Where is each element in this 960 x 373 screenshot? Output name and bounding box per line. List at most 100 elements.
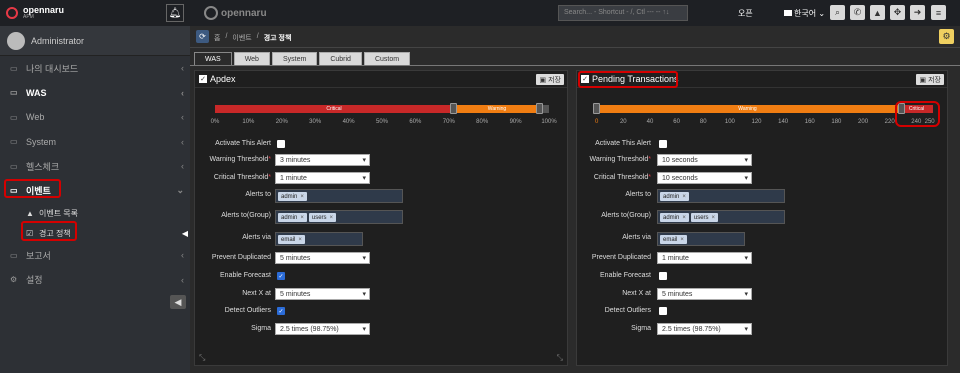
activate-checkbox[interactable] [277,140,285,148]
warning-handle[interactable] [593,103,600,114]
search-input[interactable]: Search... - Shortcut - /, Ctl --- -- ↑↓ [558,5,688,21]
warning-threshold-select[interactable]: 3 minutes [275,154,370,166]
tab-was[interactable]: WAS [194,52,232,65]
sidebar-item-settings[interactable]: ⚙ 설정 ‹ [0,268,190,293]
alarm-button[interactable]: ▲ [870,5,885,20]
prevent-duplicated-select[interactable]: 5 minutes [275,252,370,264]
enable-forecast-checkbox[interactable]: ✓ [277,272,285,280]
row-prevent-duplicated: Prevent Duplicated 1 minute [577,252,947,266]
tag-admin: admin × [278,192,307,201]
threshold-slider[interactable]: Warning Critical [593,103,933,114]
next-x-at-select[interactable]: 5 minutes [657,288,752,300]
hamburger-icon: ≡ [935,7,942,18]
refresh-button[interactable]: ⟳ [196,30,209,43]
gear-icon: ⚙ [942,31,951,41]
detect-outliers-label: Detect Outliers [224,307,271,314]
enable-forecast-checkbox[interactable] [659,272,667,280]
alerts-via-input[interactable]: email × [657,232,745,246]
remove-icon[interactable]: × [300,215,304,221]
slider-tick-label: 90% [509,119,522,125]
logout-button[interactable]: ➜ [910,5,925,20]
alerts-via-input[interactable]: email × [275,232,363,246]
critical-handle[interactable] [450,103,457,114]
tab-system[interactable]: System [271,52,318,65]
breadcrumb-event[interactable]: 이벤트 [232,33,251,43]
resize-icon[interactable]: ⤡ [199,353,205,363]
user-profile[interactable]: Administrator [0,26,190,56]
tag-email: email × [278,235,305,244]
remove-icon[interactable]: × [300,194,304,200]
detect-outliers-checkbox[interactable]: ✓ [277,307,285,315]
checkbox-icon[interactable]: ✓ [199,75,207,83]
sidebar-collapse-button[interactable]: ◀ [170,295,186,309]
tag-users: users × [690,213,719,222]
remove-icon[interactable]: × [682,215,686,221]
sidebar-item-web[interactable]: ▭ Web ‹ [0,105,190,130]
menu-button[interactable]: ≡ [931,5,946,20]
status-text: 오픈 [738,9,753,18]
remove-icon[interactable]: × [298,237,302,243]
tab-divider [190,65,960,66]
chevron-down-icon: ⌄ [176,185,184,196]
critical-segment: Critical [215,105,453,113]
notification-bell-button[interactable]: 🔔︎ [166,4,184,22]
remove-icon[interactable]: × [330,215,334,221]
remove-icon[interactable]: × [680,237,684,243]
phone-button[interactable]: ✆ [850,5,865,20]
save-button[interactable]: ▣ 저장 [536,74,564,85]
sidebar-item-dashboard[interactable]: ▭ 나의 대시보드 ‹ [0,56,190,81]
row-sigma: Sigma 2.5 times (98.75%) [195,323,567,337]
top-logo[interactable]: opennaru [204,6,267,20]
sidebar-item-was[interactable]: ▭ WAS ‹ [0,81,190,106]
breadcrumb-home[interactable]: 홈 [214,33,220,43]
save-button[interactable]: ▣ 저장 [916,74,944,85]
language-select[interactable]: 한국어 ⌄ [784,8,825,19]
warning-label: Warning [738,106,757,112]
folder-icon: ▭ [10,63,18,73]
sidebar-item-report[interactable]: ▭ 보고서 ‹ [0,243,190,268]
alerts-to-input[interactable]: admin × [657,189,785,203]
next-x-at-select[interactable]: 5 minutes [275,288,370,300]
row-activate: Activate This Alert [577,138,947,152]
tab-web[interactable]: Web [233,52,270,65]
enable-forecast-label: Enable Forecast [220,272,271,279]
alerts-to-input[interactable]: admin × [275,189,403,203]
tag-admin: admin × [660,192,689,201]
slider-tick-label: 80% [476,119,489,125]
slider-tick-label: 140 [778,119,789,125]
sigma-select[interactable]: 2.5 times (98.75%) [275,323,370,335]
tab-custom[interactable]: Custom [363,52,411,65]
warning-handle[interactable] [536,103,543,114]
settings-button[interactable]: ⚙ [939,29,954,44]
warning-threshold-select[interactable]: 10 seconds [657,154,752,166]
slider-tick-label: 120 [751,119,762,125]
active-indicator: ◀ [181,228,188,238]
brand[interactable]: opennaru APM 🔔︎ [0,0,190,26]
fullscreen-button[interactable]: ✥ [890,5,905,20]
alerts-group-input[interactable]: admin × users × [275,210,403,224]
alerts-group-input[interactable]: admin × users × [657,210,785,224]
prevent-duplicated-select[interactable]: 1 minute [657,252,752,264]
row-alerts-via: Alerts via email × [195,232,567,246]
row-alerts-group: Alerts to(Group) admin × users × [577,210,947,224]
folder-icon: ▭ [10,161,18,171]
tab-cubrid[interactable]: Cubrid [319,52,362,65]
critical-threshold-select[interactable]: 10 seconds [657,172,752,184]
remove-icon[interactable]: × [712,215,716,221]
folder-icon: ▭ [10,137,18,147]
critical-threshold-select[interactable]: 1 minute [275,172,370,184]
resize-icon[interactable]: ⤡ [557,353,563,363]
chevron-left-icon: ‹ [181,112,184,123]
activate-checkbox[interactable] [659,140,667,148]
threshold-slider[interactable]: Critical Warning [215,103,549,114]
critical-threshold-label: Critical Threshold* [593,174,651,181]
detect-outliers-checkbox[interactable] [659,307,667,315]
sidebar-item-system[interactable]: ▭ System ‹ [0,130,190,155]
sidebar-subitem-event-list[interactable]: ▲ 이벤트 목록 [0,203,190,223]
sigma-select[interactable]: 2.5 times (98.75%) [657,323,752,335]
flag-icon [784,10,792,16]
search-button[interactable]: ⌕ [830,5,845,20]
remove-icon[interactable]: × [682,194,686,200]
slider-ticks: 0% 10% 20% 30% 40% 50% 60% 70% 80% 90% 100% [211,119,557,129]
sidebar-item-healthcheck[interactable]: ▭ 헬스체크 ‹ [0,154,190,179]
